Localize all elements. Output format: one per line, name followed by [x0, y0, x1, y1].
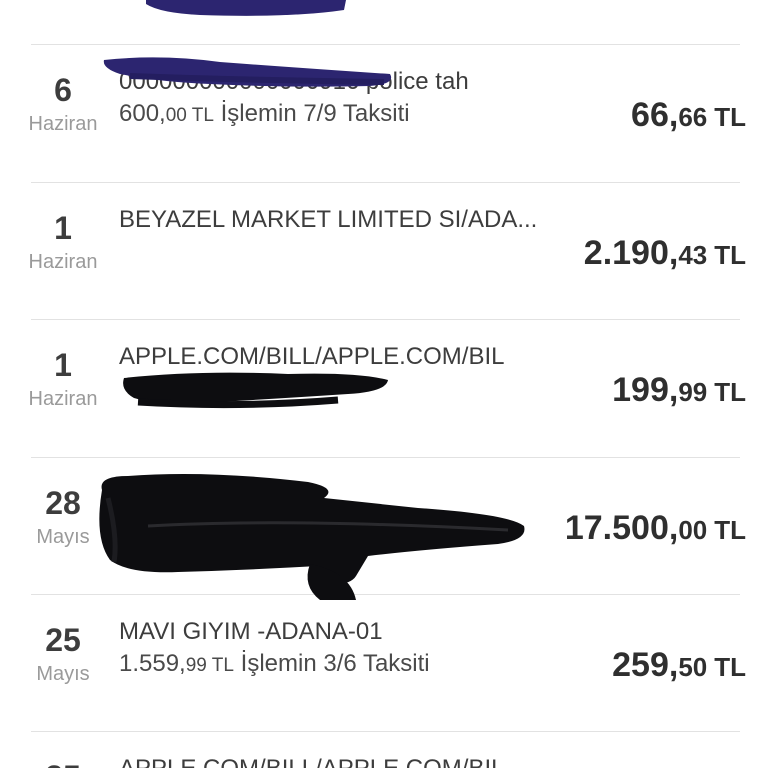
transaction-amount: 199,99 TL [612, 370, 746, 412]
amount-currency: TL [714, 102, 746, 132]
amount-integer: 2.190, [583, 234, 679, 272]
transaction-amount: 259,50 TL [612, 645, 746, 687]
date-day: 25 [45, 622, 81, 658]
redaction-scribble-large [99, 474, 525, 600]
transaction-installment: 1.559,99 TL İşlemin 3/6 Taksiti [119, 649, 430, 681]
transaction-date: 6 Haziran [14, 72, 112, 136]
date-day: 6 [54, 72, 72, 108]
date-month: Haziran [28, 113, 98, 135]
transaction-row[interactable]: 25 APPLE.COM/BILL/APPLE.COM/BIL [0, 732, 768, 768]
amount-decimal: 66 [678, 102, 708, 132]
transaction-row[interactable]: 1 Haziran BEYAZEL MARKET LIMITED SI/ADA.… [0, 183, 768, 320]
transaction-amount: 2.190,43 TL [584, 233, 746, 275]
transaction-description: APPLE.COM/BILL/APPLE.COM/BIL [119, 754, 504, 768]
date-month: Haziran [28, 251, 98, 273]
transaction-description: BEYAZEL MARKET LIMITED SI/ADA... [119, 206, 538, 233]
amount-currency: TL [714, 515, 746, 545]
date-day: 1 [54, 210, 72, 246]
date-month: Mayıs [36, 663, 90, 685]
redaction-scribble-top [146, 0, 346, 16]
amount-decimal: 43 [678, 240, 708, 270]
transaction-date: 25 Mayıs [14, 622, 112, 686]
amount-integer: 199, [612, 371, 679, 409]
amount-integer: 66, [631, 96, 679, 134]
amount-decimal: 99 [678, 377, 708, 407]
redaction-scribble [103, 57, 392, 87]
amount-integer: 17.500, [564, 509, 679, 547]
transaction-date: 25 [14, 759, 112, 768]
transaction-amount: 66,66 TL [631, 95, 746, 137]
amount-decimal: 50 [678, 652, 708, 682]
amount-integer: 259, [612, 646, 679, 684]
date-day: 1 [54, 347, 72, 383]
amount-currency: TL [714, 377, 746, 407]
transaction-date: 1 Haziran [14, 210, 112, 274]
redaction-scribble [123, 372, 388, 409]
amount-currency: TL [714, 652, 746, 682]
date-day: 25 [14, 759, 112, 768]
amount-currency: TL [714, 240, 746, 270]
installment-label: İşlemin 3/6 Taksiti [240, 650, 430, 677]
transaction-row[interactable]: 25 Mayıs MAVI GIYIM -ADANA-01 1.559,99 T… [0, 595, 768, 732]
transaction-description: MAVI GIYIM -ADANA-01 [119, 618, 383, 645]
amount-decimal: 00 [678, 515, 708, 545]
installment-total-int: 1.559, [119, 650, 186, 677]
transaction-date: 1 Haziran [14, 347, 112, 411]
date-month: Haziran [28, 388, 98, 410]
installment-total-dec: 99 TL [185, 655, 234, 676]
transaction-amount: 17.500,00 TL [565, 508, 746, 550]
